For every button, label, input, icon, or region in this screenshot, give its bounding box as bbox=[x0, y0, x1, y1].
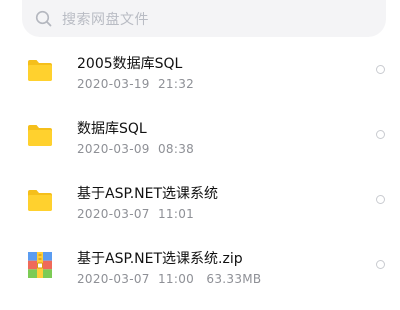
search-icon bbox=[35, 10, 52, 26]
file-time: 21:32 bbox=[157, 77, 195, 91]
zip-archive-icon bbox=[28, 252, 52, 278]
folder-icon bbox=[28, 190, 52, 211]
file-meta: 2020-03-19 21:32 bbox=[77, 77, 194, 91]
file-row[interactable]: 基于ASP.NET选课系统 2020-03-07 11:01 bbox=[0, 167, 400, 232]
file-name: 2005数据库SQL bbox=[77, 56, 183, 72]
file-time: 11:01 bbox=[157, 207, 195, 221]
folder-icon bbox=[28, 60, 52, 81]
file-time: 11:00 bbox=[157, 272, 195, 286]
file-row[interactable]: 2005数据库SQL 2020-03-19 21:32 bbox=[0, 37, 400, 102]
folder-icon bbox=[28, 125, 52, 146]
select-radio[interactable] bbox=[376, 65, 385, 74]
search-bar[interactable]: 搜索网盘文件 bbox=[22, 0, 386, 37]
select-radio[interactable] bbox=[376, 260, 385, 269]
file-name: 基于ASP.NET选课系统 bbox=[77, 186, 219, 202]
file-date: 2020-03-07 bbox=[77, 207, 150, 221]
file-name: 基于ASP.NET选课系统.zip bbox=[77, 251, 243, 267]
file-meta: 2020-03-09 08:38 bbox=[77, 142, 194, 156]
file-meta: 2020-03-07 11:00 63.33MB bbox=[77, 272, 261, 286]
search-placeholder: 搜索网盘文件 bbox=[62, 11, 149, 28]
file-list: 2005数据库SQL 2020-03-19 21:32 数据库SQL 2020-… bbox=[0, 37, 400, 297]
file-size: 63.33MB bbox=[206, 272, 262, 286]
file-meta: 2020-03-07 11:01 bbox=[77, 207, 194, 221]
select-radio[interactable] bbox=[376, 130, 385, 139]
file-row[interactable]: 基于ASP.NET选课系统.zip 2020-03-07 11:00 63.33… bbox=[0, 232, 400, 297]
select-radio[interactable] bbox=[376, 195, 385, 204]
file-name: 数据库SQL bbox=[77, 121, 147, 137]
file-date: 2020-03-09 bbox=[77, 142, 150, 156]
file-date: 2020-03-07 bbox=[77, 272, 150, 286]
file-time: 08:38 bbox=[157, 142, 195, 156]
file-row[interactable]: 数据库SQL 2020-03-09 08:38 bbox=[0, 102, 400, 167]
file-date: 2020-03-19 bbox=[77, 77, 150, 91]
